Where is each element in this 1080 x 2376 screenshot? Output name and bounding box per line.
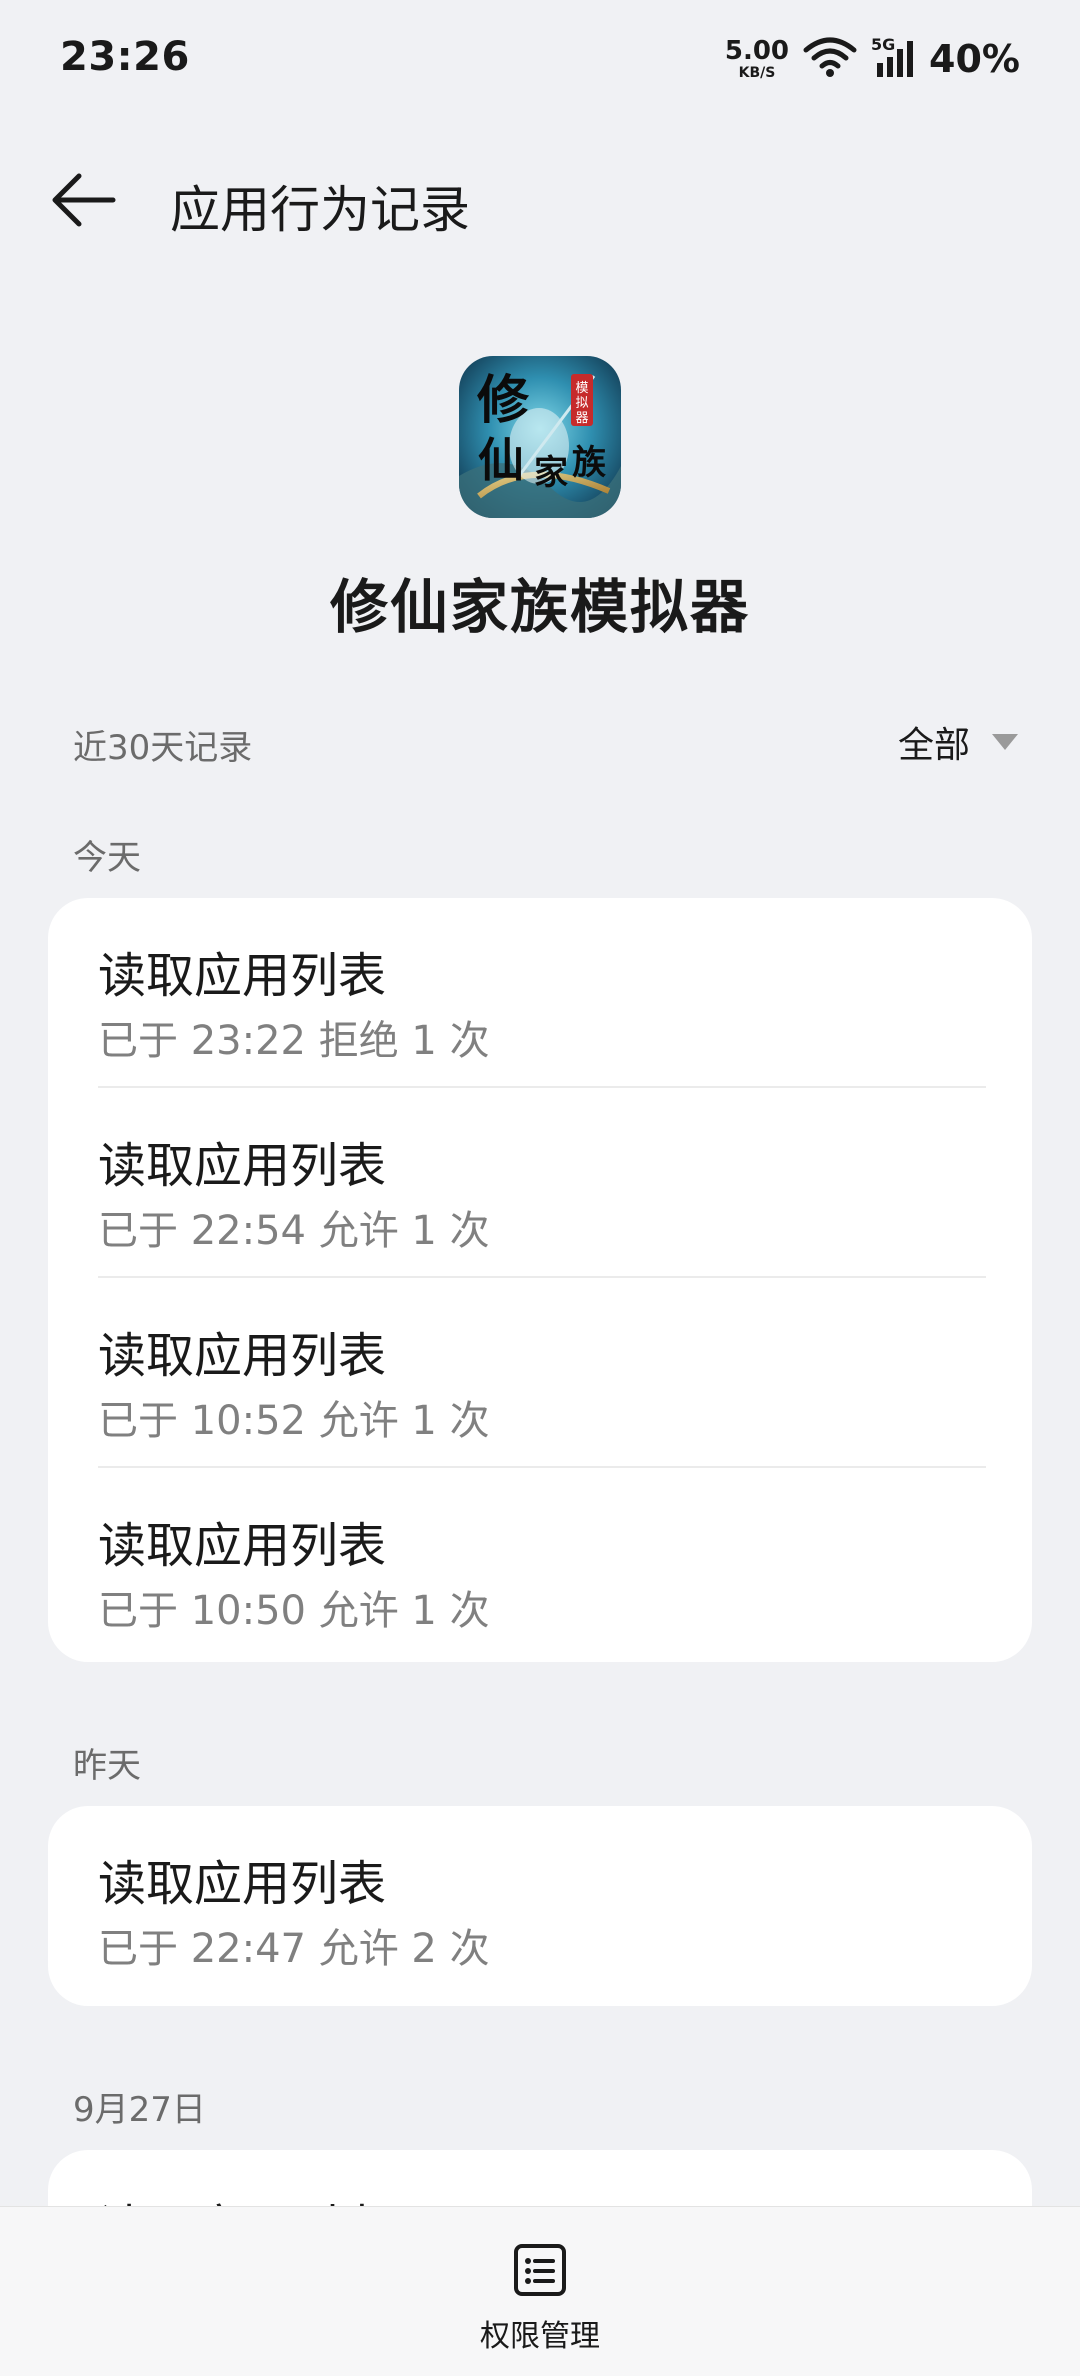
record-detail: 已于 10:50 允许 1 次 — [98, 1588, 490, 1634]
status-bar: 23:26 5.00 KB/S 5G 40% — [0, 0, 1080, 120]
battery-level: 40% — [929, 37, 1020, 81]
permission-management-label: 权限管理 — [480, 2319, 600, 2354]
record-detail: 已于 22:54 允许 1 次 — [98, 1208, 490, 1254]
section-label-sep27: 9月27日 — [73, 2090, 206, 2130]
record-card-today: 读取应用列表 已于 23:22 拒绝 1 次 读取应用列表 已于 22:54 允… — [48, 898, 1032, 1662]
svg-text:器: 器 — [575, 411, 588, 426]
dropdown-triangle-icon — [992, 734, 1018, 750]
app-name: 修仙家族模拟器 — [329, 573, 750, 641]
record-title: 读取应用列表 — [98, 1856, 387, 1912]
record-title: 读取应用列表 — [98, 1138, 387, 1194]
network-type: 5G — [871, 35, 896, 54]
list-icon — [514, 2244, 566, 2296]
net-speed-unit: KB/S — [738, 65, 776, 81]
record-detail: 已于 22:47 允许 2 次 — [98, 1926, 490, 1972]
back-arrow-icon — [52, 173, 116, 227]
record-title: 读取应用列表 — [98, 1518, 387, 1574]
record-item[interactable]: 读取应用列表 已于 22:47 允许 2 次 — [48, 1806, 1032, 1994]
record-card-yesterday: 读取应用列表 已于 22:47 允许 2 次 — [48, 1806, 1032, 2006]
svg-text:家: 家 — [534, 453, 568, 493]
record-item[interactable]: 读取应用列表 已于 10:50 允许 1 次 — [48, 1468, 1032, 1656]
wifi-icon — [803, 36, 857, 82]
icon-badge-text: 模 — [575, 381, 588, 396]
cellular-signal-icon: 5G — [871, 35, 915, 79]
section-label-today: 今天 — [73, 838, 141, 878]
record-detail: 已于 10:52 允许 1 次 — [98, 1398, 490, 1444]
svg-text:仙: 仙 — [478, 433, 524, 487]
back-button[interactable] — [44, 166, 124, 234]
filter-dropdown[interactable]: 全部 — [898, 716, 1018, 768]
bottom-bar: 权限管理 — [0, 2206, 1080, 2376]
record-item[interactable]: 读取应用列表 已于 22:54 允许 1 次 — [48, 1088, 1032, 1276]
net-speed-value: 5.00 — [724, 36, 790, 66]
status-icons: 5.00 KB/S 5G 40% — [725, 34, 1020, 84]
header: 应用行为记录 — [0, 150, 1080, 250]
svg-text:族: 族 — [572, 443, 606, 483]
record-detail: 已于 23:22 拒绝 1 次 — [98, 1018, 490, 1064]
page-title: 应用行为记录 — [170, 181, 470, 239]
record-item[interactable]: 读取应用列表 已于 23:22 拒绝 1 次 — [48, 898, 1032, 1086]
status-time: 23:26 — [60, 34, 190, 80]
net-speed: 5.00 KB/S — [725, 38, 789, 80]
section-label-yesterday: 昨天 — [73, 1746, 141, 1786]
filter-selected: 全部 — [897, 725, 970, 766]
range-label: 近30天记录 — [73, 728, 253, 768]
record-title: 读取应用列表 — [98, 1328, 387, 1384]
record-item[interactable]: 读取应用列表 已于 10:52 允许 1 次 — [48, 1278, 1032, 1466]
svg-text:修: 修 — [477, 370, 530, 431]
svg-text:拟: 拟 — [575, 396, 588, 411]
permission-management-button[interactable]: 权限管理 — [440, 2243, 640, 2363]
app-behavior-record-screen: 23:26 5.00 KB/S 5G 40% 应用行为记录 模 拟 器 修 仙 … — [0, 0, 1080, 2376]
app-icon: 模 拟 器 修 仙 家 族 — [459, 356, 621, 518]
record-title: 读取应用列表 — [98, 948, 387, 1004]
